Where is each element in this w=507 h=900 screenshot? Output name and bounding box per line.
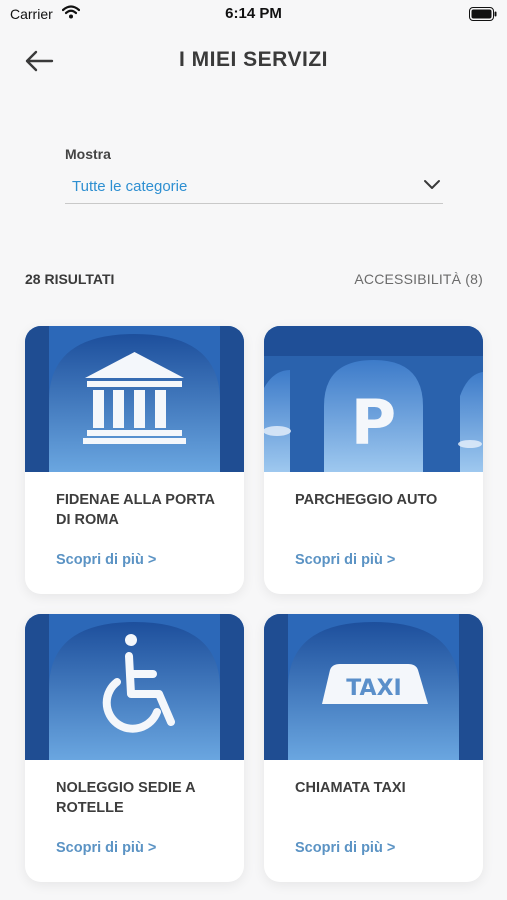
status-bar: Carrier 6:14 PM bbox=[0, 0, 507, 28]
results-count: 28 RISULTATI bbox=[25, 271, 115, 287]
header: I MIEI SERVIZI bbox=[0, 40, 507, 82]
service-card-wheelchair[interactable]: NOLEGGIO SEDIE A ROTELLE Scopri di più > bbox=[25, 614, 244, 882]
services-grid: FIDENAE ALLA PORTA DI ROMA Scopri di più… bbox=[25, 326, 483, 882]
taxi-sign-text: TAXI bbox=[346, 676, 401, 701]
accessibility-filter[interactable]: ACCESSIBILITÀ (8) bbox=[354, 271, 483, 287]
learn-more-link[interactable]: Scopri di più > bbox=[56, 840, 156, 856]
clock: 6:14 PM bbox=[225, 5, 282, 22]
parking-icon: P bbox=[351, 386, 396, 459]
service-card-taxi[interactable]: TAXI CHIAMATA TAXI Scopri di più > bbox=[264, 614, 483, 882]
learn-more-link[interactable]: Scopri di più > bbox=[56, 552, 156, 568]
category-select[interactable]: Tutte le categorie bbox=[65, 171, 443, 204]
page-title: I MIEI SERVIZI bbox=[179, 48, 328, 71]
service-title: PARCHEGGIO AUTO bbox=[295, 492, 438, 508]
battery-icon bbox=[469, 7, 497, 26]
service-title: FIDENAE ALLA PORTA DI ROMA bbox=[56, 492, 215, 528]
service-title: CHIAMATA TAXI bbox=[295, 780, 406, 796]
chevron-down-icon bbox=[424, 180, 440, 189]
service-title: NOLEGGIO SEDIE A ROTELLE bbox=[56, 780, 196, 816]
service-image: P bbox=[264, 326, 483, 472]
category-select-value: Tutte le categorie bbox=[72, 178, 188, 195]
taxi-icon: TAXI bbox=[322, 664, 428, 704]
service-image bbox=[25, 614, 244, 760]
service-card-parking[interactable]: P PARCHEGGIO AUTO Scopri di più > bbox=[264, 326, 483, 594]
service-image: TAXI bbox=[264, 614, 483, 760]
learn-more-link[interactable]: Scopri di più > bbox=[295, 552, 395, 568]
filter-label: Mostra bbox=[65, 146, 111, 162]
learn-more-link[interactable]: Scopri di più > bbox=[295, 840, 395, 856]
category-filter: Mostra Tutte le categorie bbox=[65, 146, 443, 204]
service-image bbox=[25, 326, 244, 472]
service-card-fidenae[interactable]: FIDENAE ALLA PORTA DI ROMA Scopri di più… bbox=[25, 326, 244, 594]
